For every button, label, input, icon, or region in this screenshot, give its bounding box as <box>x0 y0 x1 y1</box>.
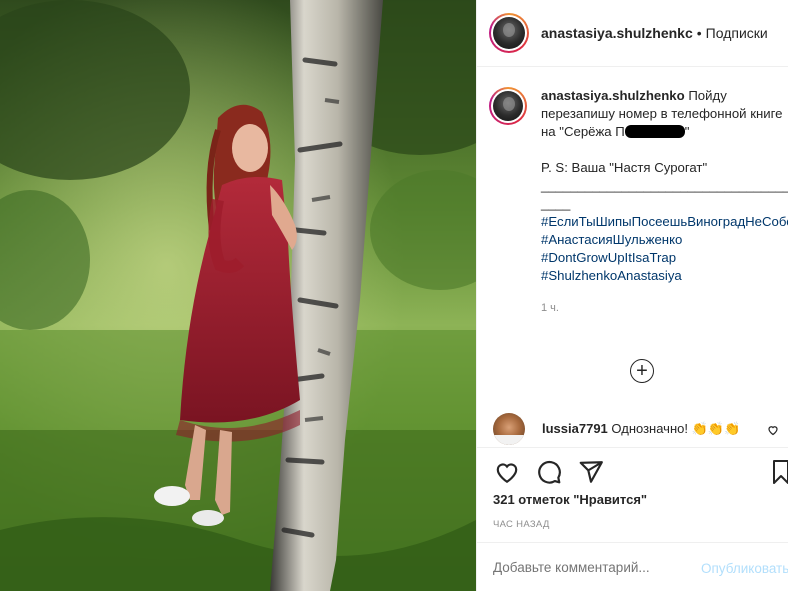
hashtag-link[interactable]: #АнастасияШульженко <box>541 231 788 249</box>
heart-icon[interactable] <box>493 458 521 486</box>
caption: anastasiya.shulzhenko Пойду перезапишу н… <box>489 87 788 317</box>
commenter-avatar[interactable] <box>493 413 525 445</box>
likes-count[interactable]: 321 отметок "Нравится" <box>493 492 647 507</box>
caption-avatar-story-ring[interactable] <box>489 87 527 125</box>
author-avatar <box>493 17 525 49</box>
caption-ps: P. S: Ваша "Настя Сурогат" <box>541 160 708 175</box>
actions-divider <box>477 447 788 448</box>
caption-divider: ______________________________________ <box>541 178 788 211</box>
caption-body: anastasiya.shulzhenko Пойду перезапишу н… <box>541 87 788 317</box>
author-avatar-story-ring[interactable] <box>489 13 529 53</box>
header-separator: • <box>696 25 702 41</box>
publish-button[interactable]: Опубликовать <box>701 561 788 576</box>
commenter-username[interactable]: lussia7791 <box>542 421 608 436</box>
caption-text: anastasiya.shulzhenko Пойду перезапишу н… <box>541 87 788 141</box>
caption-avatar <box>493 91 523 121</box>
plus-circle-icon[interactable]: + <box>630 359 654 383</box>
caption-line1-end: " <box>684 124 690 139</box>
comment-body: Однозначно! 👏👏👏 <box>611 421 741 436</box>
comment-input[interactable] <box>493 559 693 575</box>
heart-small-icon[interactable] <box>767 424 779 439</box>
hashtag-link[interactable]: #ShulzhenkoAnastasiya <box>541 267 788 285</box>
add-comment-bar: Опубликовать <box>477 542 788 591</box>
author-username[interactable]: anastasiya.shulzhenkc <box>541 25 693 41</box>
post-actions <box>493 458 605 486</box>
post-side-panel: anastasiya.shulzhenkc • Подписки anastas… <box>476 0 788 591</box>
comment-text: lussia7791 Однозначно! 👏👏👏 <box>542 421 740 437</box>
photo-scene <box>0 0 476 591</box>
paper-plane-icon[interactable] <box>577 458 605 486</box>
post-header: anastasiya.shulzhenkc • Подписки <box>477 0 788 67</box>
following-button[interactable]: Подписки <box>706 25 768 41</box>
bookmark-icon[interactable] <box>773 458 788 486</box>
comment-item: lussia7791 Однозначно! 👏👏👏 <box>493 413 788 445</box>
hashtag-link[interactable]: #ЕслиТыШипыПосеешьВиноградНеСоберёшь <box>541 213 788 231</box>
speech-bubble-icon[interactable] <box>535 458 563 486</box>
caption-username[interactable]: anastasiya.shulzhenko <box>541 88 685 103</box>
post-photo[interactable] <box>0 0 476 591</box>
caption-time[interactable]: 1 ч. <box>541 299 788 317</box>
hashtag-link[interactable]: #DontGrowUpItIsaTrap <box>541 249 788 267</box>
redaction-mark <box>624 125 685 138</box>
post-timestamp[interactable]: ЧАС НАЗАД <box>493 519 550 530</box>
